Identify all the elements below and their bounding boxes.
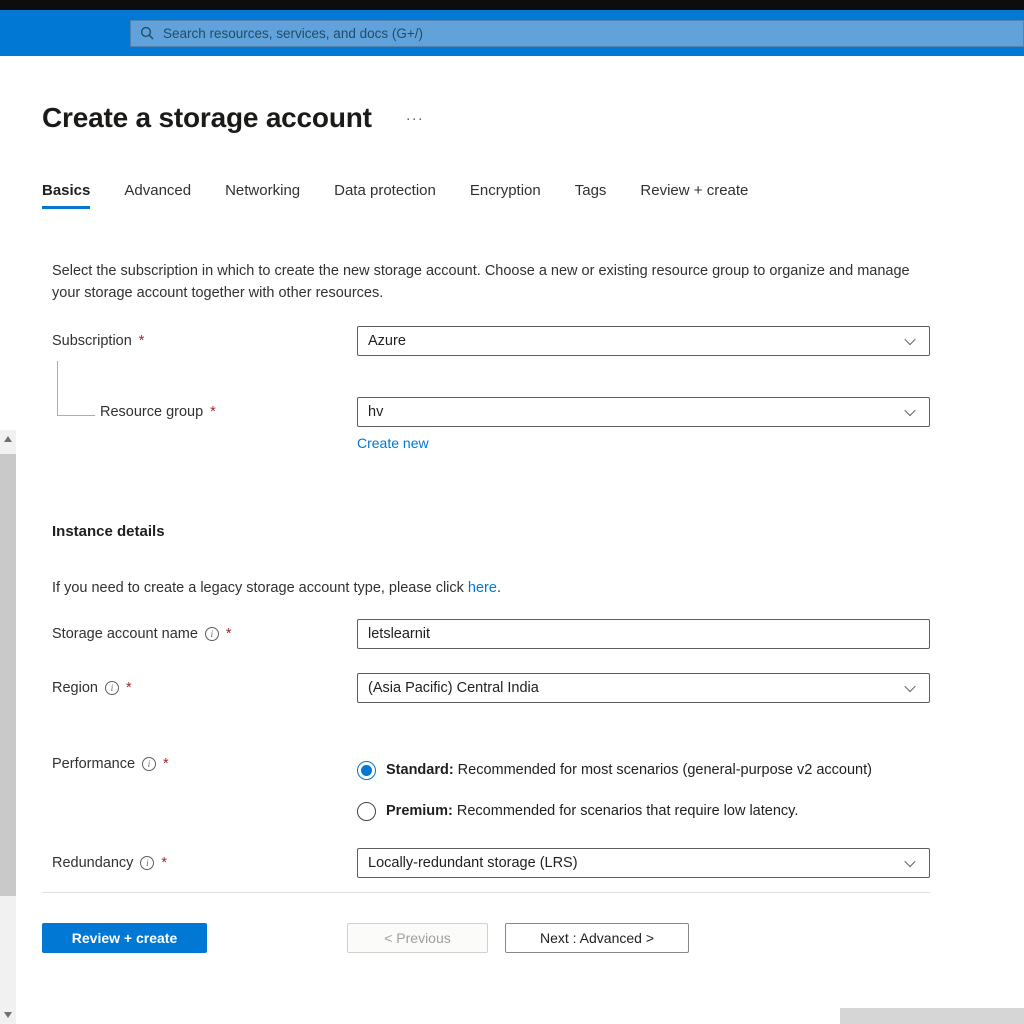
redundancy-value: Locally-redundant storage (LRS) [368,854,578,871]
search-icon [140,26,154,40]
region-label: Region i * [52,679,132,696]
required-marker: * [138,332,145,349]
resource-group-value: hv [368,403,384,420]
tab-tags[interactable]: Tags [575,182,607,209]
search-input[interactable] [161,24,1014,42]
info-icon[interactable]: i [104,680,119,695]
subscription-label: Subscription * [52,332,145,349]
footer-divider [42,891,930,893]
performance-option-premium[interactable]: Premium: Recommended for scenarios that r… [357,801,930,821]
performance-label: Performance i * [52,755,169,772]
info-icon[interactable]: i [204,626,219,641]
required-marker: * [163,755,169,772]
azure-top-bar [0,10,1024,56]
tab-advanced[interactable]: Advanced [124,182,191,209]
storage-account-name-row: Storage account name i * [42,618,1024,649]
storage-account-name-label: Storage account name i * [52,625,232,642]
wizard-tabs: Basics Advanced Networking Data protecti… [42,182,1024,209]
subscription-dropdown[interactable]: Azure [357,325,930,356]
resource-group-row: Resource group * hv [42,360,1024,427]
region-row: Region i * (Asia Pacific) Central India [42,672,1024,703]
performance-option-standard[interactable]: Standard: Recommended for most scenarios … [357,760,930,780]
next-advanced-button[interactable]: Next : Advanced > [505,922,689,953]
storage-account-name-input[interactable] [357,618,930,649]
page-title: Create a storage account [42,102,372,133]
chevron-down-icon [904,680,916,692]
more-options-icon[interactable]: ··· [406,110,424,127]
window-chrome-bar [0,0,1024,10]
wizard-footer: Review + create < Previous Next : Advanc… [42,922,1024,953]
global-search-box[interactable] [130,19,1024,47]
title-row: Create a storage account ··· [42,102,1024,134]
required-marker: * [210,403,216,420]
region-dropdown[interactable]: (Asia Pacific) Central India [357,672,930,703]
left-scrollbar[interactable] [0,430,16,1024]
tab-basics[interactable]: Basics [42,182,91,209]
review-create-button[interactable]: Review + create [42,922,207,953]
required-marker: * [225,625,232,642]
tab-review-create[interactable]: Review + create [640,182,748,209]
radio-button-icon[interactable] [357,801,376,821]
resource-group-dropdown[interactable]: hv [357,396,930,427]
subscription-value: Azure [368,332,406,349]
intro-text: Select the subscription in which to crea… [52,263,910,301]
basics-form: Subscription * Azure Resource group * hv [42,325,1024,953]
scrollbar-thumb[interactable] [0,454,16,896]
required-marker: * [161,854,168,871]
create-new-link[interactable]: Create new [357,435,429,451]
horizontal-scrollbar[interactable] [840,1008,1024,1024]
chevron-down-icon [904,333,916,345]
info-icon[interactable]: i [142,756,157,771]
scroll-up-arrow-icon[interactable] [4,436,12,442]
redundancy-dropdown[interactable]: Locally-redundant storage (LRS) [357,847,930,878]
scroll-down-arrow-icon[interactable] [4,1012,12,1018]
create-storage-account-panel: Create a storage account ··· Basics Adva… [17,56,1024,1024]
subscription-row: Subscription * Azure [42,325,1024,356]
child-field-connector [57,360,95,416]
tab-encryption[interactable]: Encryption [470,182,541,209]
performance-row: Performance i * Standard: Recommended for… [42,751,1024,821]
performance-options: Standard: Recommended for most scenarios … [357,751,930,821]
previous-button[interactable]: < Previous [347,922,488,953]
redundancy-label: Redundancy i * [52,854,168,871]
redundancy-row: Redundancy i * Locally-redundant storage… [42,847,1024,878]
tab-networking[interactable]: Networking [225,182,300,209]
radio-button-icon[interactable] [357,760,376,780]
tab-data-protection[interactable]: Data protection [334,182,436,209]
instance-details-heading: Instance details [52,522,165,540]
chevron-down-icon [904,855,916,867]
legacy-here-link[interactable]: here [468,580,497,596]
info-icon[interactable]: i [140,855,155,870]
chevron-down-icon [904,404,916,416]
required-marker: * [125,679,132,696]
region-value: (Asia Pacific) Central India [368,679,539,696]
legacy-note: If you need to create a legacy storage a… [52,579,501,596]
